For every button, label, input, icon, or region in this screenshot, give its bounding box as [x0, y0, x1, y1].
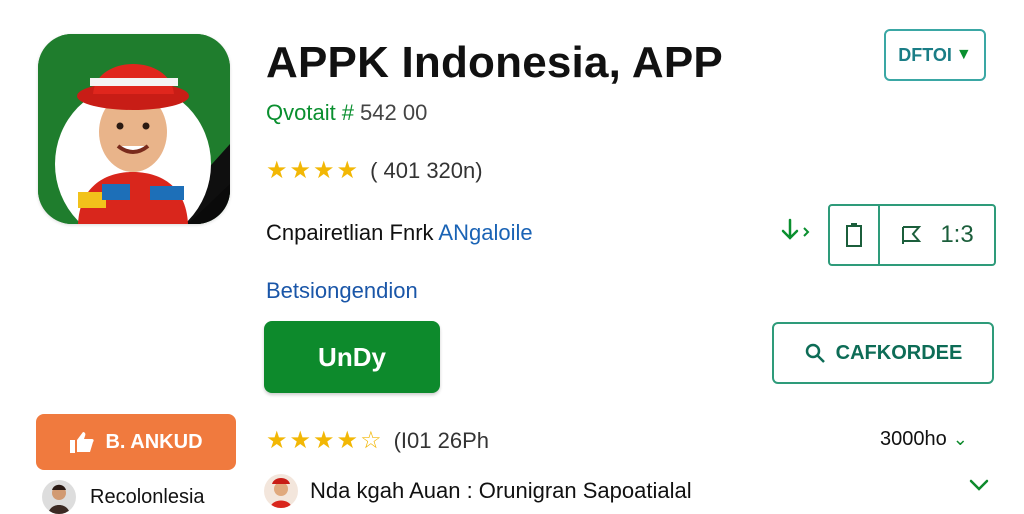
search-icon	[805, 343, 825, 363]
developer-name[interactable]: Qvotait #	[266, 100, 354, 125]
app-title: APPK Indonesia, APP	[266, 38, 723, 87]
star-rating-secondary: ★★★★☆	[266, 426, 382, 455]
reviewer-name: Recolonlesia	[90, 485, 205, 508]
category-line: Cnpairetlian Fnrk ANgaloile	[266, 220, 533, 246]
developer-code: 542 00	[360, 100, 428, 125]
arrow-down-icon: ▼	[955, 46, 972, 63]
avatar	[264, 474, 298, 508]
size-value: 1:3	[940, 221, 974, 248]
search-button-label: CAFKORDEE	[835, 341, 963, 364]
meta-box: 1:3	[828, 204, 996, 266]
rating-count: ( 401 320n)	[370, 157, 483, 183]
developer-line: Qvotait #542 00	[266, 100, 427, 126]
thumbs-up-icon	[70, 432, 95, 453]
star-rating-filled: ★★★★	[266, 427, 361, 454]
size-cell[interactable]: 1:3	[880, 206, 994, 264]
rating-count-secondary: (I01 26Ph	[393, 427, 489, 453]
rating-row: ★★★★ ( 401 320n)	[266, 156, 483, 185]
reviewer-right[interactable]: Nda kgah Auan : Orunigran Sapoatialal	[264, 474, 692, 508]
chevron-down-icon[interactable]	[968, 472, 990, 498]
downloads-value: 3000ho	[880, 428, 947, 450]
install-button[interactable]: UnDy	[264, 321, 440, 393]
download-icon[interactable]	[778, 216, 814, 253]
install-top-button[interactable]: DFTOI ▼	[884, 29, 986, 81]
flag-icon	[902, 226, 922, 244]
category-link[interactable]: ANgaloile	[438, 220, 532, 245]
downloads-count: 3000ho ⌄	[880, 428, 968, 451]
category-prefix: Cnpairetlian Fnrk	[266, 220, 434, 245]
rating-row-secondary: ★★★★☆ (I01 26Ph	[266, 426, 489, 455]
recommend-label: B. ANKUD	[105, 430, 203, 453]
release-link[interactable]: Betsiongendion	[266, 278, 418, 304]
recommend-button[interactable]: B. ANKUD	[36, 414, 236, 470]
search-button[interactable]: CAFKORDEE	[772, 322, 994, 384]
star-rating: ★★★★	[266, 157, 361, 184]
reviewer-left[interactable]: Recolonlesia	[42, 480, 205, 514]
install-top-label: DFTOI	[898, 44, 952, 65]
star-outline-icon: ☆	[360, 427, 382, 454]
battery-icon[interactable]	[830, 206, 880, 264]
app-icon	[38, 34, 230, 224]
avatar	[42, 480, 76, 514]
review-text: Nda kgah Auan : Orunigran Sapoatialal	[310, 478, 692, 503]
double-chevron-icon[interactable]: ⌄	[953, 429, 968, 450]
